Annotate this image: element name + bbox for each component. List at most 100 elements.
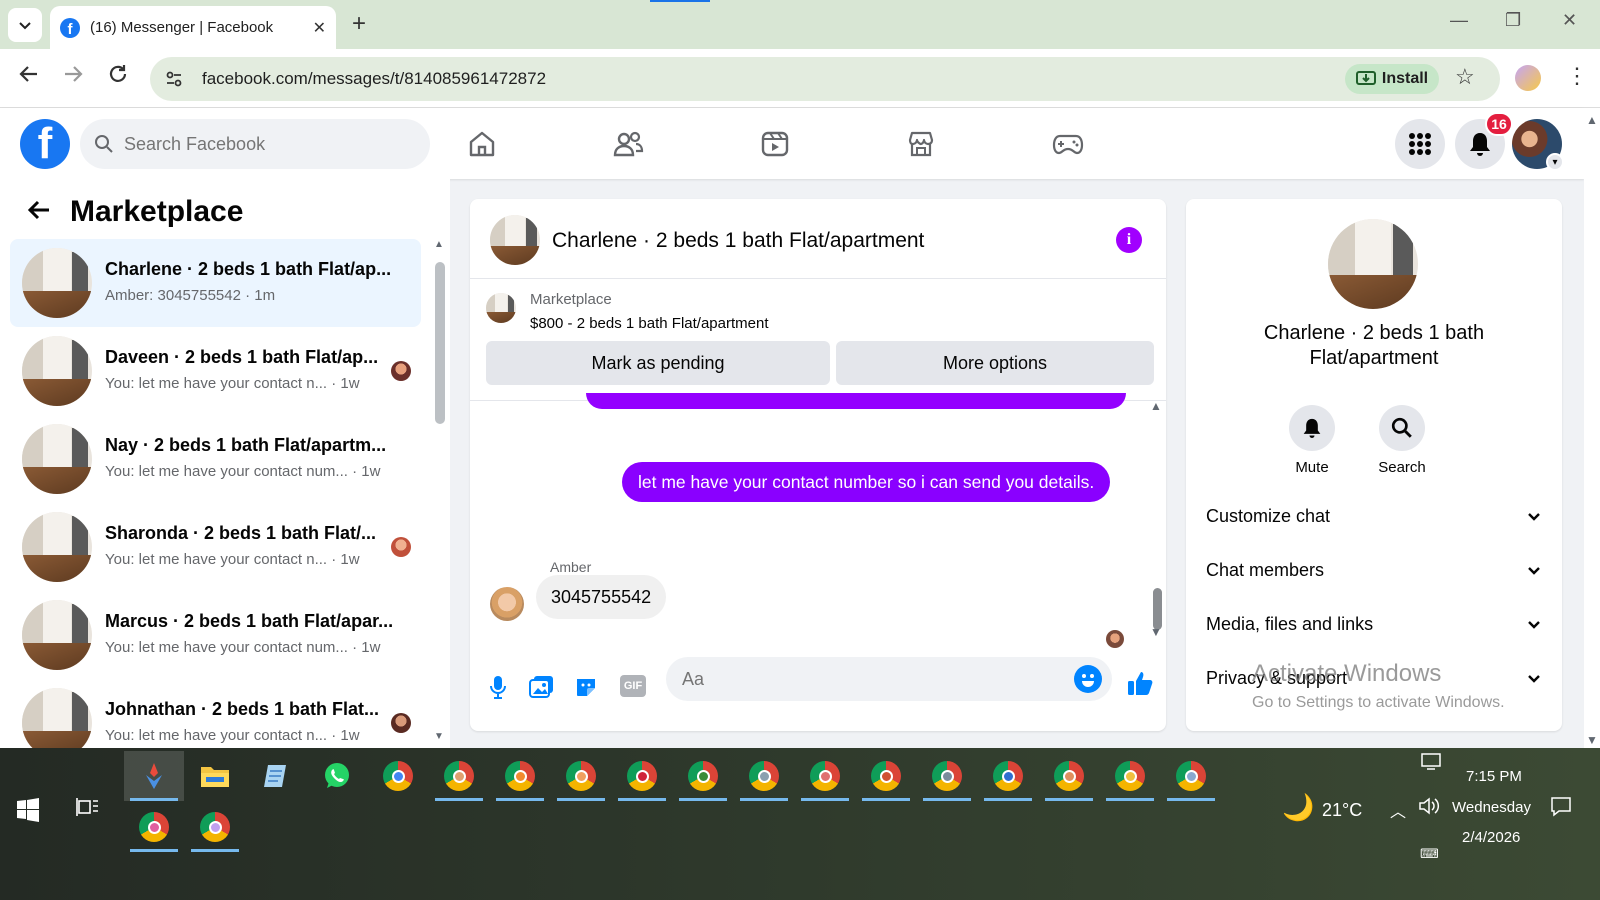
new-tab-button[interactable]: + — [352, 10, 366, 38]
clock-date[interactable]: 2/4/2026 — [1462, 829, 1520, 846]
privacy-support-section[interactable]: Privacy & support — [1206, 658, 1542, 698]
search-in-conversation-button[interactable]: Search — [1362, 405, 1442, 476]
outgoing-message[interactable]: let me have your contact number so i can… — [622, 462, 1111, 502]
messages-scroll-up-icon[interactable]: ▲ — [1150, 399, 1162, 413]
taskbar-chrome-profile[interactable] — [734, 751, 794, 801]
browser-menu-icon[interactable]: ⋮ — [1566, 63, 1588, 89]
photo-icon[interactable] — [528, 673, 556, 701]
facebook-search-input[interactable] — [124, 133, 404, 155]
conversation-item[interactable]: Marcus · 2 beds 1 bath Flat/apar... You:… — [10, 591, 421, 679]
taskbar-chrome-profile[interactable] — [856, 751, 916, 801]
scroll-down-icon[interactable]: ▼ — [434, 731, 444, 742]
chat-title[interactable]: Charlene · 2 beds 1 bath Flat/apartment — [552, 229, 924, 253]
customize-chat-section[interactable]: Customize chat — [1206, 496, 1542, 536]
scroll-up-icon[interactable]: ▲ — [434, 239, 444, 250]
friends-nav-button[interactable] — [610, 126, 646, 162]
taskbar-chrome-profile[interactable] — [673, 751, 733, 801]
keyboard-layout-icon[interactable]: ⌨ — [1420, 846, 1439, 862]
address-bar[interactable]: facebook.com/messages/t/814085961472872 — [150, 57, 1500, 101]
page-scroll-down-icon[interactable]: ▼ — [1586, 733, 1598, 747]
conversation-item[interactable]: Nay · 2 beds 1 bath Flat/apartm... You: … — [10, 415, 421, 503]
notification-center-icon[interactable] — [1550, 796, 1572, 822]
mute-button[interactable]: Mute — [1272, 405, 1352, 476]
more-options-button[interactable]: More options — [836, 341, 1154, 385]
tab-search-button[interactable] — [8, 8, 42, 42]
taskbar-chrome[interactable] — [368, 751, 428, 801]
volume-icon[interactable] — [1418, 796, 1442, 820]
close-tab-icon[interactable]: ✕ — [313, 18, 326, 38]
messages-scroll-thumb[interactable] — [1153, 588, 1162, 630]
restore-button[interactable]: ❐ — [1505, 10, 1521, 31]
chevron-down-icon[interactable]: ▾ — [1546, 153, 1564, 171]
weather-moon-icon[interactable]: 🌙 — [1282, 792, 1314, 823]
taskbar-chrome-profile[interactable] — [551, 751, 611, 801]
back-arrow-icon[interactable] — [26, 197, 52, 230]
taskbar-chrome-profile[interactable] — [185, 802, 245, 852]
emoji-icon[interactable] — [1074, 665, 1102, 693]
taskbar-chrome-profile[interactable] — [1100, 751, 1160, 801]
conversation-scroll-thumb[interactable] — [435, 262, 445, 424]
conversation-item[interactable]: Sharonda · 2 beds 1 bath Flat/... You: l… — [10, 503, 421, 591]
message-input-box[interactable] — [666, 657, 1112, 701]
taskbar-chrome-profile[interactable] — [429, 751, 489, 801]
marketplace-nav-button[interactable] — [903, 126, 939, 162]
taskbar-file-explorer[interactable] — [185, 751, 245, 801]
chat-members-section[interactable]: Chat members — [1206, 550, 1542, 590]
conversation-item[interactable]: Johnathan · 2 beds 1 bath Flat... You: l… — [10, 679, 421, 748]
reload-button[interactable] — [107, 63, 129, 91]
bookmark-star-icon[interactable]: ☆ — [1455, 64, 1475, 90]
taskbar-chrome-profile[interactable] — [1039, 751, 1099, 801]
video-nav-button[interactable] — [757, 126, 793, 162]
listing-title[interactable]: $800 - 2 beds 1 bath Flat/apartment — [530, 315, 768, 332]
media-files-links-section[interactable]: Media, files and links — [1206, 604, 1542, 644]
forward-button[interactable] — [62, 63, 84, 91]
conversation-item[interactable]: Charlene · 2 beds 1 bath Flat/ap... Ambe… — [10, 239, 421, 327]
back-button[interactable] — [18, 63, 40, 91]
sticker-icon[interactable] — [572, 673, 600, 701]
taskbar-notepad[interactable] — [246, 751, 306, 801]
incoming-message[interactable]: 3045755542 — [536, 575, 667, 619]
temperature[interactable]: 21°C — [1322, 800, 1362, 821]
taskbar-chrome-profile[interactable] — [490, 751, 550, 801]
network-display-icon[interactable] — [1420, 753, 1442, 775]
taskbar-chrome-profile[interactable] — [612, 751, 672, 801]
account-avatar[interactable]: ▾ — [1512, 119, 1564, 171]
minimize-button[interactable]: — — [1450, 10, 1468, 31]
taskbar-chrome-profile[interactable] — [1161, 751, 1221, 801]
taskbar-chrome-profile[interactable] — [978, 751, 1038, 801]
info-icon[interactable]: i — [1116, 227, 1142, 253]
close-window-button[interactable]: ✕ — [1562, 10, 1577, 31]
page-scrollbar[interactable] — [1584, 108, 1600, 748]
gaming-nav-button[interactable] — [1050, 126, 1086, 162]
install-app-button[interactable]: Install — [1345, 64, 1439, 94]
home-nav-button[interactable] — [464, 126, 500, 162]
search-label: Search — [1378, 459, 1426, 476]
clock-day[interactable]: Wednesday — [1452, 799, 1531, 816]
taskbar-whatsapp[interactable] — [307, 751, 367, 801]
mark-as-pending-button[interactable]: Mark as pending — [486, 341, 830, 385]
tab-title: (16) Messenger | Facebook — [90, 19, 274, 36]
menu-grid-button[interactable] — [1395, 119, 1445, 169]
taskbar-chrome-profile[interactable] — [795, 751, 855, 801]
sender-avatar[interactable] — [490, 587, 524, 621]
gif-icon[interactable]: GIF — [620, 675, 646, 697]
site-info-icon[interactable] — [162, 67, 186, 91]
taskbar-chrome-profile[interactable] — [917, 751, 977, 801]
task-view-button[interactable] — [76, 796, 100, 824]
chat-avatar[interactable] — [490, 215, 540, 265]
facebook-search[interactable] — [80, 119, 430, 169]
messages-scroll-down-icon[interactable]: ▼ — [1150, 625, 1162, 639]
clock-time[interactable]: 7:15 PM — [1466, 768, 1522, 785]
windows-start-button[interactable] — [16, 798, 40, 827]
profile-extension-icon[interactable] — [1515, 65, 1541, 91]
conversation-item[interactable]: Daveen · 2 beds 1 bath Flat/ap... You: l… — [10, 327, 421, 415]
facebook-logo[interactable]: f — [20, 119, 70, 169]
taskbar-app-tool[interactable] — [124, 751, 184, 801]
microphone-icon[interactable] — [484, 673, 512, 701]
tray-chevron-up-icon[interactable]: ︿ — [1390, 798, 1406, 822]
browser-tab-messenger[interactable]: f (16) Messenger | Facebook ✕ — [50, 6, 336, 49]
like-thumbs-up-icon[interactable] — [1126, 669, 1154, 697]
taskbar-chrome-profile[interactable] — [124, 802, 184, 852]
page-scroll-up-icon[interactable]: ▲ — [1586, 113, 1598, 127]
message-input[interactable] — [682, 668, 1052, 690]
